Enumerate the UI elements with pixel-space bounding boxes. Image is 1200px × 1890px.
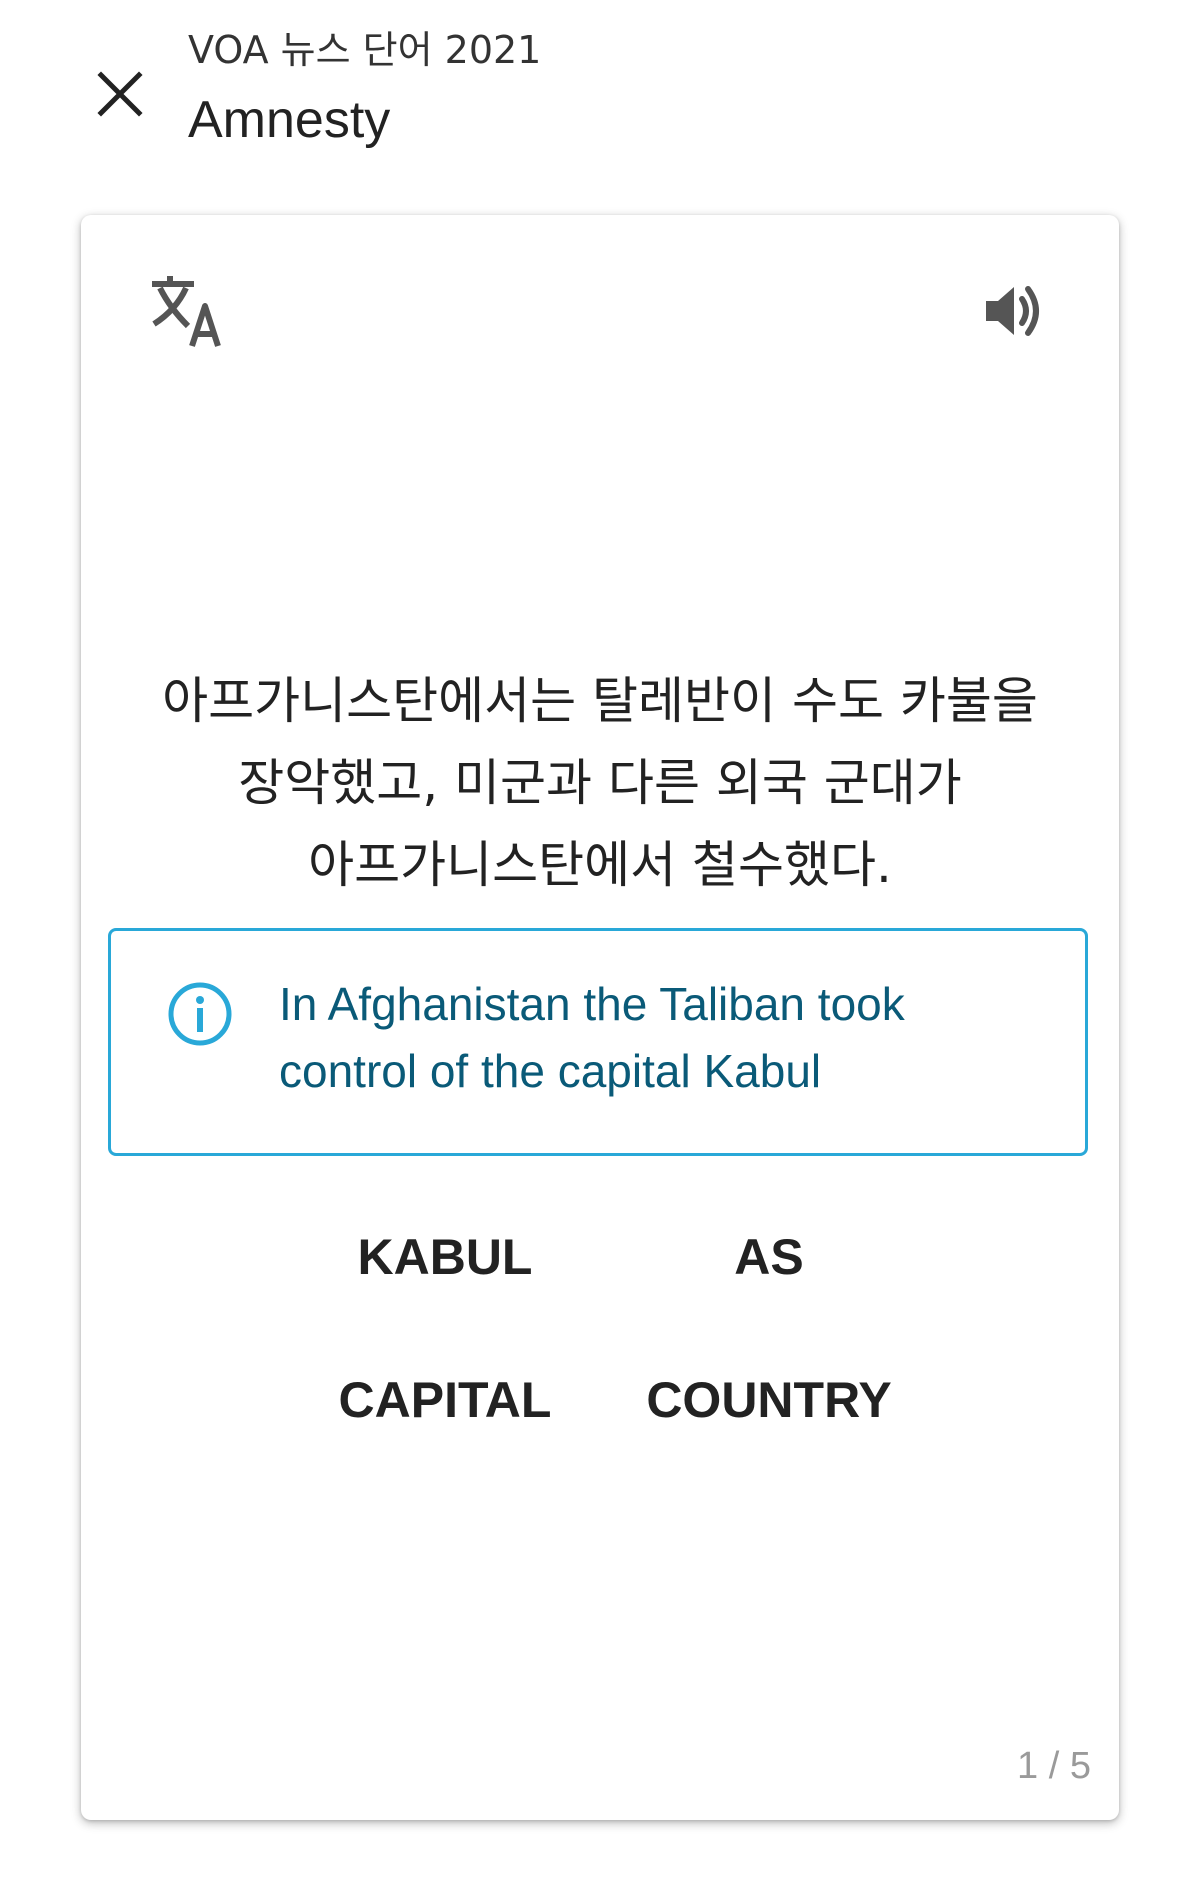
speaker-icon xyxy=(986,286,1039,336)
close-icon xyxy=(97,71,143,117)
translate-icon xyxy=(152,276,221,347)
hint-line: In Afghanistan the Taliban took xyxy=(279,978,905,1030)
hint-box: In Afghanistan the Taliban took control … xyxy=(108,928,1088,1156)
flashcard: 아프가니스탄에서는 탈레반이 수도 카불을 장악했고, 미군과 다른 외국 군대… xyxy=(81,215,1119,1820)
pronounce-button[interactable] xyxy=(971,267,1059,355)
translate-button[interactable] xyxy=(143,267,231,355)
hint-line: control of the capital Kabul xyxy=(279,1045,822,1097)
top-bar: VOA 뉴스 단어 2021 Amnesty xyxy=(0,0,1200,190)
korean-line: 아프가니스탄에서는 탈레반이 수도 카불을 xyxy=(162,672,1038,730)
close-button[interactable] xyxy=(84,58,156,130)
choice-capital[interactable]: CAPITAL xyxy=(295,1365,595,1435)
choice-as[interactable]: AS xyxy=(619,1222,919,1292)
korean-line: 아프가니스탄에서 철수했다. xyxy=(308,836,892,894)
header-titles: VOA 뉴스 단어 2021 Amnesty xyxy=(188,22,541,162)
word-title: Amnesty xyxy=(188,91,391,149)
choice-country[interactable]: COUNTRY xyxy=(619,1365,919,1435)
info-icon xyxy=(168,982,232,1046)
choice-kabul[interactable]: KABUL xyxy=(295,1222,595,1292)
card-counter: 1 / 5 xyxy=(1017,1745,1091,1787)
deck-subtitle: VOA 뉴스 단어 2021 xyxy=(188,28,542,72)
hint-text: In Afghanistan the Taliban took control … xyxy=(279,971,1039,1105)
korean-line: 장악했고, 미군과 다른 외국 군대가 xyxy=(238,754,962,812)
korean-sentence: 아프가니스탄에서는 탈레반이 수도 카불을 장악했고, 미군과 다른 외국 군대… xyxy=(111,660,1089,906)
